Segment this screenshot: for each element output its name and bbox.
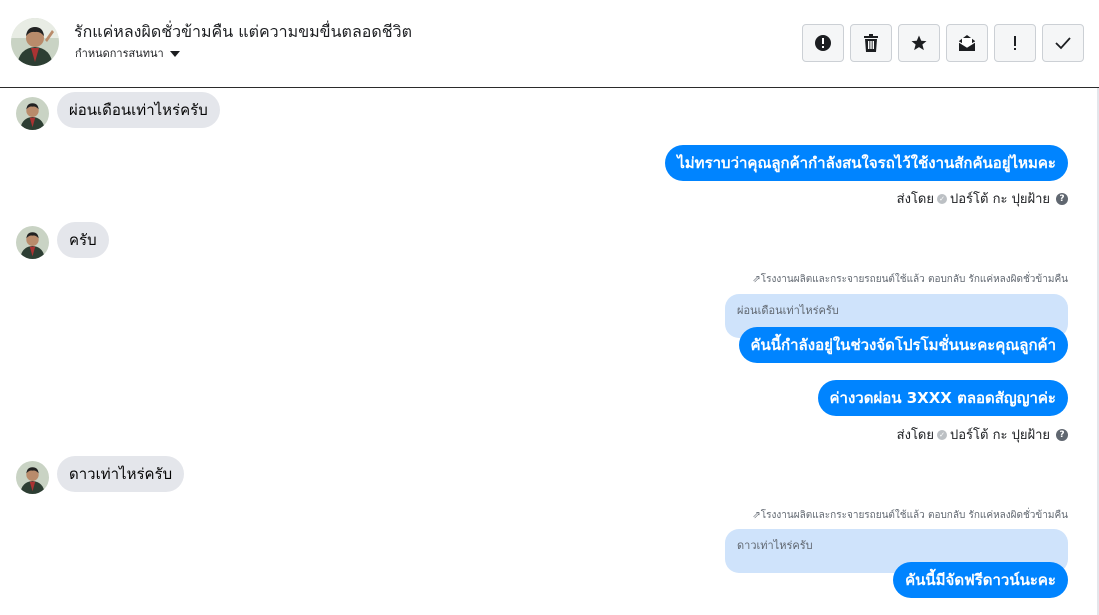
- trash-icon: [864, 34, 878, 52]
- reply-note: ⇗โรงงานผลิตและกระจายรถยนต์ใช้แล้ว ตอบกลั…: [752, 272, 1068, 287]
- star-icon: [911, 35, 927, 51]
- done-button[interactable]: [1042, 24, 1084, 62]
- conversation-settings-label: กำหนดการสนทนา: [75, 47, 164, 60]
- exclamation-icon: [1014, 36, 1016, 50]
- check-icon: [1055, 37, 1071, 50]
- check-circle-icon: ✓: [937, 429, 947, 440]
- reply-note: ⇗โรงงานผลิตและกระจายรถยนต์ใช้แล้ว ตอบกลั…: [752, 508, 1068, 523]
- alert-circle-icon: [815, 35, 831, 51]
- sent-by-label: ส่งโดย: [896, 428, 934, 443]
- conversation-title: รักแค่หลงผิดชั่วข้ามคืน แต่ความขมขื่นตลอ…: [74, 22, 412, 41]
- contact-avatar-small: [16, 97, 49, 130]
- incoming-message[interactable]: ครับ: [57, 222, 109, 258]
- contact-avatar[interactable]: [11, 18, 59, 66]
- sent-by-name: ปอร์โต้ กะ ปุยฝ้าย: [950, 192, 1050, 207]
- outgoing-message[interactable]: ค่างวดผ่อน 3XXX ตลอดสัญญาค่ะ: [817, 380, 1068, 416]
- check-circle-icon: ✓: [937, 193, 947, 204]
- incoming-message[interactable]: ผ่อนเดือนเท่าไหร่ครับ: [57, 92, 220, 128]
- delete-button[interactable]: [850, 24, 892, 62]
- outgoing-message[interactable]: คันนี้มีจัดฟรีดาวน์นะคะ: [893, 562, 1068, 598]
- conversation-toolbar: [802, 24, 1084, 62]
- star-button[interactable]: [898, 24, 940, 62]
- outgoing-message[interactable]: คันนี้กำลังอยู่ในช่วงจัดโปรโมชั่นนะคะคุณ…: [738, 327, 1068, 363]
- outgoing-message[interactable]: ไม่ทราบว่าคุณลูกค้ากำลังสนใจรถไว้ใช้งานส…: [665, 145, 1068, 181]
- conversation-header: รักแค่หลงผิดชั่วข้ามคืน แต่ความขมขื่นตลอ…: [0, 0, 1099, 88]
- sent-by-label: ส่งโดย: [896, 192, 934, 207]
- reply-note-text: โรงงานผลิตและกระจายรถยนต์ใช้แล้ว ตอบกลับ…: [760, 510, 1068, 521]
- envelope-icon: [958, 35, 976, 51]
- reply-arrow-icon: ⇗: [752, 274, 761, 285]
- caret-down-icon: [169, 51, 180, 57]
- sent-by-info: ส่งโดย ✓ ปอร์โต้ กะ ปุยฝ้าย ?: [897, 424, 1068, 445]
- sent-by-info: ส่งโดย ✓ ปอร์โต้ กะ ปุยฝ้าย ?: [897, 188, 1068, 209]
- incoming-message[interactable]: ดาวเท่าไหร่ครับ: [57, 456, 185, 492]
- spam-button[interactable]: [802, 24, 844, 62]
- help-icon[interactable]: ?: [1056, 192, 1068, 205]
- contact-avatar-small: [16, 226, 49, 259]
- sent-by-name: ปอร์โต้ กะ ปุยฝ้าย: [950, 428, 1050, 443]
- follow-up-button[interactable]: [994, 24, 1036, 62]
- mark-unread-button[interactable]: [946, 24, 988, 62]
- conversation-settings-dropdown[interactable]: กำหนดการสนทนา: [75, 44, 180, 62]
- help-icon[interactable]: ?: [1056, 428, 1068, 441]
- reply-note-text: โรงงานผลิตและกระจายรถยนต์ใช้แล้ว ตอบกลับ…: [760, 274, 1068, 285]
- reply-arrow-icon: ⇗: [752, 510, 761, 521]
- contact-avatar-small: [16, 461, 49, 494]
